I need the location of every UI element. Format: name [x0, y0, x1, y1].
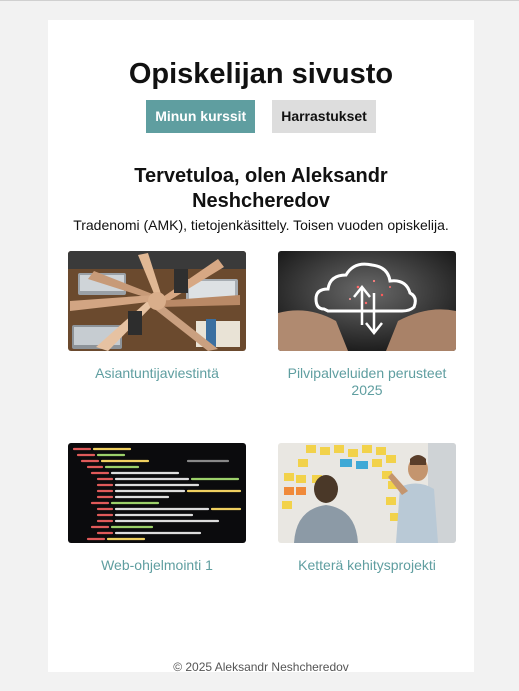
course-link-kettera[interactable]: Ketterä kehitysprojekti: [278, 557, 456, 574]
course-link-pilvipalvelut[interactable]: Pilvipalveluiden perusteet 2025: [278, 365, 456, 399]
footer-copyright: © 2025 Aleksandr Neshcheredov: [173, 660, 349, 674]
whiteboard-image: [278, 443, 456, 543]
course-link-asiantuntijaviestinta[interactable]: Asiantuntijaviestintä: [68, 365, 246, 382]
main-nav: Minun kurssit Harrastukset: [48, 100, 474, 133]
site-title: Opiskelijan sivusto: [128, 58, 394, 90]
intro-description: Tradenomi (AMK), tietojenkäsittely. Tois…: [73, 217, 449, 233]
code-screen-image: [68, 443, 246, 543]
page-container: Opiskelijan sivusto Minun kurssit Harras…: [48, 20, 474, 674]
course-card-pilvipalvelut[interactable]: Pilvipalveluiden perusteet 2025: [278, 251, 456, 399]
course-link-web-ohjelmointi[interactable]: Web-ohjelmointi 1: [68, 557, 246, 574]
welcome-heading: Tervetuloa, olen Aleksandr Neshcheredov: [134, 165, 388, 212]
course-card-kettera[interactable]: Ketterä kehitysprojekti: [278, 443, 456, 574]
window-top-border: [0, 0, 519, 1]
course-card-asiantuntijaviestinta[interactable]: Asiantuntijaviestintä: [68, 251, 246, 382]
nav-button-my-courses[interactable]: Minun kurssit: [146, 100, 256, 133]
team-hands-image: [68, 251, 246, 351]
nav-button-hobbies[interactable]: Harrastukset: [272, 100, 376, 133]
cloud-upload-image: [278, 251, 456, 351]
course-card-web-ohjelmointi[interactable]: Web-ohjelmointi 1: [68, 443, 246, 574]
